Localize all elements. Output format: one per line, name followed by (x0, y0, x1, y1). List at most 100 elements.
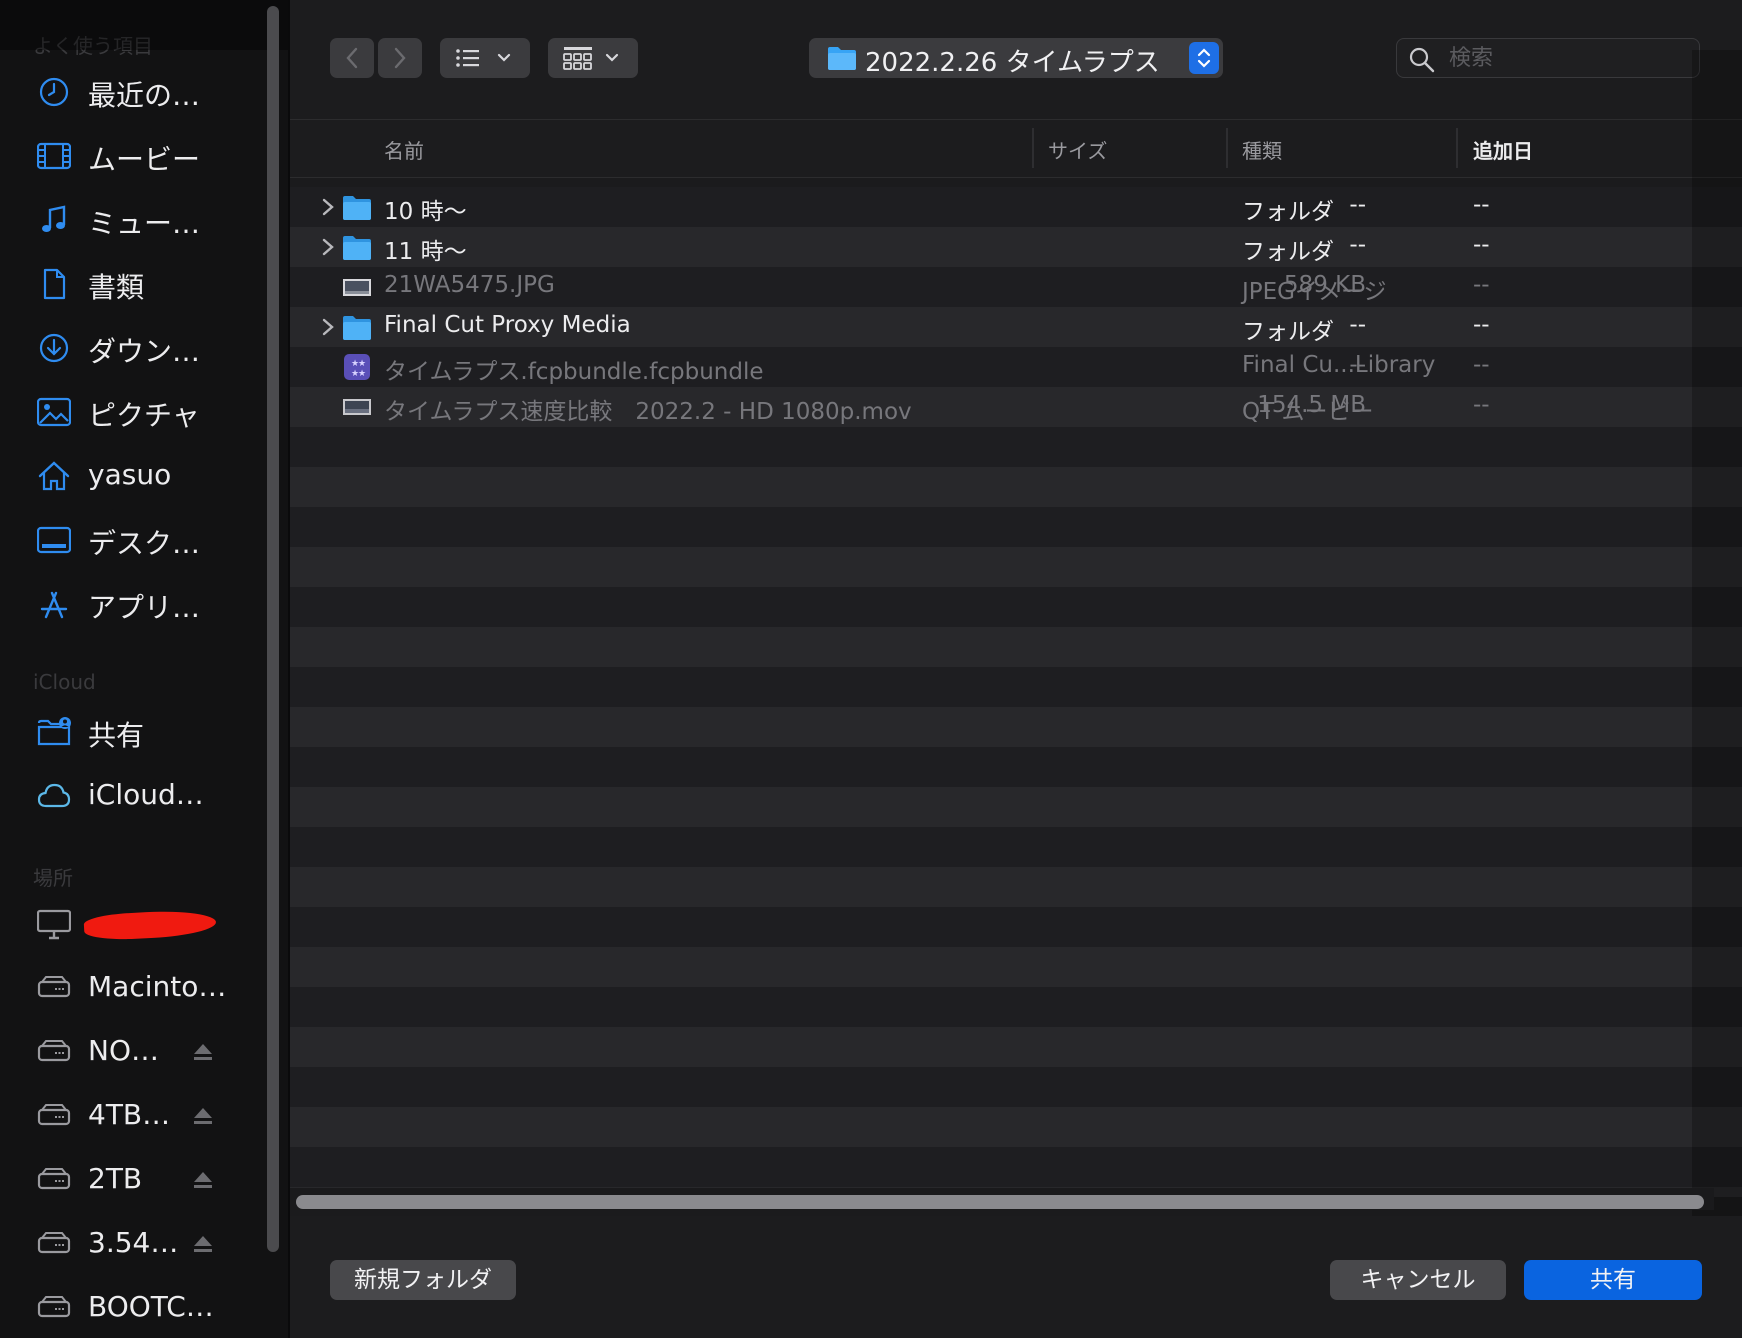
eject-icon[interactable] (192, 1105, 214, 1127)
drive-icon (36, 1036, 72, 1068)
sidebar-item-locations-1[interactable]: Macinto… (0, 956, 262, 1020)
sidebar-item-locations-4[interactable]: 2TB (0, 1148, 262, 1212)
sidebar-item-favorites-7[interactable]: デスク… (0, 508, 262, 572)
sidebar-item-favorites-5[interactable]: ピクチャ (0, 380, 262, 444)
view-list-button[interactable] (440, 38, 530, 78)
column-size[interactable]: サイズ (1048, 135, 1107, 164)
file-date-added: -- (1473, 352, 1490, 378)
sidebar-item-icloud-1[interactable]: iCloud… (0, 764, 262, 828)
new-folder-button[interactable]: 新規フォルダ (330, 1260, 516, 1300)
file-name: Final Cut Proxy Media (384, 312, 631, 338)
chevron-right-icon (394, 47, 406, 69)
computer-icon (36, 908, 72, 940)
search-input[interactable] (1449, 43, 1689, 73)
file-name: タイムラプス速度比較 2022.2 - HD 1080p.mov (384, 399, 912, 425)
sidebar-item-label: 共有 (88, 719, 145, 752)
disclosure-triangle-icon[interactable] (320, 317, 336, 337)
sidebar-item-label: NO… (88, 1034, 159, 1067)
movie-icon (342, 393, 372, 421)
share-button[interactable]: 共有 (1524, 1260, 1702, 1300)
sidebar-item-favorites-0[interactable]: 最近の… (0, 60, 262, 124)
path-stepper (1189, 42, 1219, 74)
sidebar-item-favorites-8[interactable]: アプリ… (0, 572, 262, 636)
sidebar-item-locations-2[interactable]: NO… (0, 1020, 262, 1084)
picture-icon (36, 396, 72, 428)
back-button[interactable] (330, 38, 374, 78)
column-name[interactable]: 名前 (384, 135, 424, 164)
sidebar-item-label: iCloud… (88, 778, 204, 811)
file-row[interactable]: タイムラプス速度比較 2022.2 - HD 1080p.mov 154.5 MB… (290, 387, 1742, 427)
file-kind: フォルダ (1242, 199, 1334, 225)
eject-icon[interactable] (192, 1169, 214, 1191)
file-kind: フォルダ (1242, 239, 1334, 265)
svg-text:★: ★ (358, 359, 366, 369)
film-icon (36, 140, 72, 172)
sidebar-item-favorites-3[interactable]: 書類 (0, 252, 262, 316)
sidebar-item-label: ミュー… (88, 207, 201, 240)
forward-button[interactable] (378, 38, 422, 78)
drive-icon (36, 1164, 72, 1196)
file-row[interactable]: 10 時〜 -- フォルダ -- (290, 187, 1742, 227)
cloud-icon (36, 780, 72, 812)
sidebar-item-label: 書類 (88, 271, 145, 304)
file-row[interactable]: Final Cut Proxy Media -- フォルダ -- (290, 307, 1742, 347)
folder-icon (342, 233, 372, 261)
drive-icon (36, 972, 72, 1004)
sidebar-item-label: Macinto… (88, 970, 227, 1003)
image-icon (342, 273, 372, 301)
path-popup[interactable]: 2022.2.26 タイムラプス (809, 38, 1223, 78)
sidebar-item-locations-0[interactable] (0, 892, 262, 956)
sidebar-scrollbar[interactable] (267, 6, 279, 1252)
file-name: 10 時〜 (384, 199, 467, 225)
list-view-icon (456, 49, 511, 67)
sidebar-item-locations-5[interactable]: 3.54… (0, 1212, 262, 1276)
sidebar-item-favorites-4[interactable]: ダウン… (0, 316, 262, 380)
shared-folder-icon (36, 716, 72, 748)
sidebar-item-icloud-0[interactable]: 共有 (0, 700, 262, 764)
group-view-button[interactable] (548, 38, 638, 78)
sidebar-item-locations-6[interactable]: BOOTC… (0, 1276, 262, 1338)
file-size: -- (1349, 312, 1366, 338)
drive-icon (36, 1100, 72, 1132)
file-kind: JPEGイメージ (1242, 279, 1387, 305)
desktop-icon (36, 524, 72, 556)
file-size: -- (1349, 192, 1366, 218)
file-list: 10 時〜 -- フォルダ -- 11 時〜 -- フォルダ -- 21WA5475.JPG 58… (290, 187, 1742, 1197)
file-row[interactable]: 11 時〜 -- フォルダ -- (290, 227, 1742, 267)
sidebar-item-favorites-6[interactable]: yasuo (0, 444, 262, 508)
folder-icon (342, 193, 372, 221)
eject-icon[interactable] (192, 1233, 214, 1255)
sidebar-item-label: BOOTC… (88, 1290, 214, 1323)
horizontal-scrollbar[interactable] (296, 1195, 1704, 1209)
sidebar-item-label: 2TB (88, 1162, 143, 1195)
drive-icon (36, 1292, 72, 1324)
disclosure-triangle-icon[interactable] (320, 237, 336, 257)
file-kind: Final Cu...Library (1242, 352, 1436, 378)
file-date-added: -- (1473, 272, 1490, 298)
svg-text:★: ★ (358, 369, 366, 379)
applications-icon (36, 588, 72, 620)
cancel-button[interactable]: キャンセル (1330, 1260, 1506, 1300)
column-date-added[interactable]: 追加日 (1473, 135, 1533, 164)
disclosure-triangle-icon[interactable] (320, 197, 336, 217)
sidebar-item-favorites-2[interactable]: ミュー… (0, 188, 262, 252)
eject-icon[interactable] (192, 1041, 214, 1063)
file-row[interactable]: ★ ★ ★ ★ タイムラプス.fcpbundle.fcpbundle -- Final Cu… (290, 347, 1742, 387)
column-header-bar: 名前 サイズ 種類 追加日 (290, 120, 1742, 178)
grid-view-icon (563, 47, 619, 70)
file-row[interactable]: 21WA5475.JPG 589 KB JPEGイメージ -- (290, 267, 1742, 307)
file-date-added: -- (1473, 392, 1490, 418)
sidebar-item-label: 最近の… (88, 79, 201, 112)
current-folder-label: 2022.2.26 タイムラプス (865, 48, 1160, 78)
search-field[interactable] (1396, 38, 1700, 78)
clock-icon (36, 76, 72, 108)
sidebar-item-label: 4TB… (88, 1098, 171, 1131)
document-icon (36, 268, 72, 300)
sidebar-item-favorites-1[interactable]: ムービー (0, 124, 262, 188)
sidebar-item-locations-3[interactable]: 4TB… (0, 1084, 262, 1148)
updown-chevron-icon (1197, 48, 1211, 68)
column-kind[interactable]: 種類 (1242, 135, 1282, 164)
sidebar-item-label: デスク… (88, 527, 201, 560)
toolbar: 2022.2.26 タイムラプス (290, 0, 1742, 120)
sidebar: よく使う項目 最近の… ムービー ミュー… 書類 ダウン… ピクチャ yasuo デスク… アプ… (0, 0, 288, 1338)
